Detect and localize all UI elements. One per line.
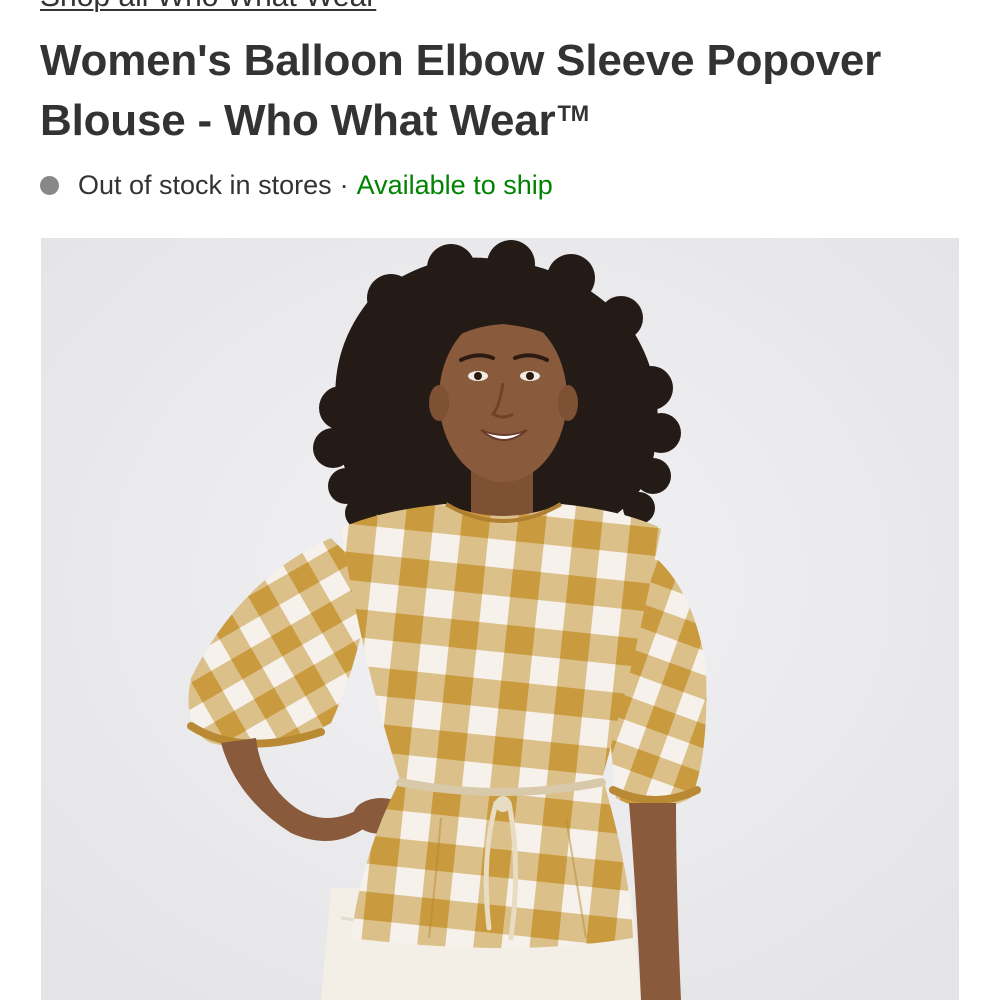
product-page: Shop all Who What Wear Women's Balloon E… — [0, 0, 1000, 1000]
shop-all-brand-link[interactable]: Shop all Who What Wear — [40, 0, 376, 14]
product-title-text: Women's Balloon Elbow Sleeve Popover Blo… — [40, 36, 882, 145]
availability-separator: · — [339, 170, 349, 200]
product-image[interactable] — [41, 238, 959, 1000]
product-photo-illustration — [41, 238, 959, 1000]
trademark-symbol: TM — [557, 101, 589, 126]
status-dot-icon — [40, 175, 59, 195]
product-title: Women's Balloon Elbow Sleeve Popover Blo… — [40, 34, 960, 147]
store-availability: Out of stock in stores — [78, 170, 332, 200]
ship-availability: Available to ship — [356, 170, 553, 200]
availability-row: Out of stock in stores · Available to sh… — [40, 168, 553, 202]
